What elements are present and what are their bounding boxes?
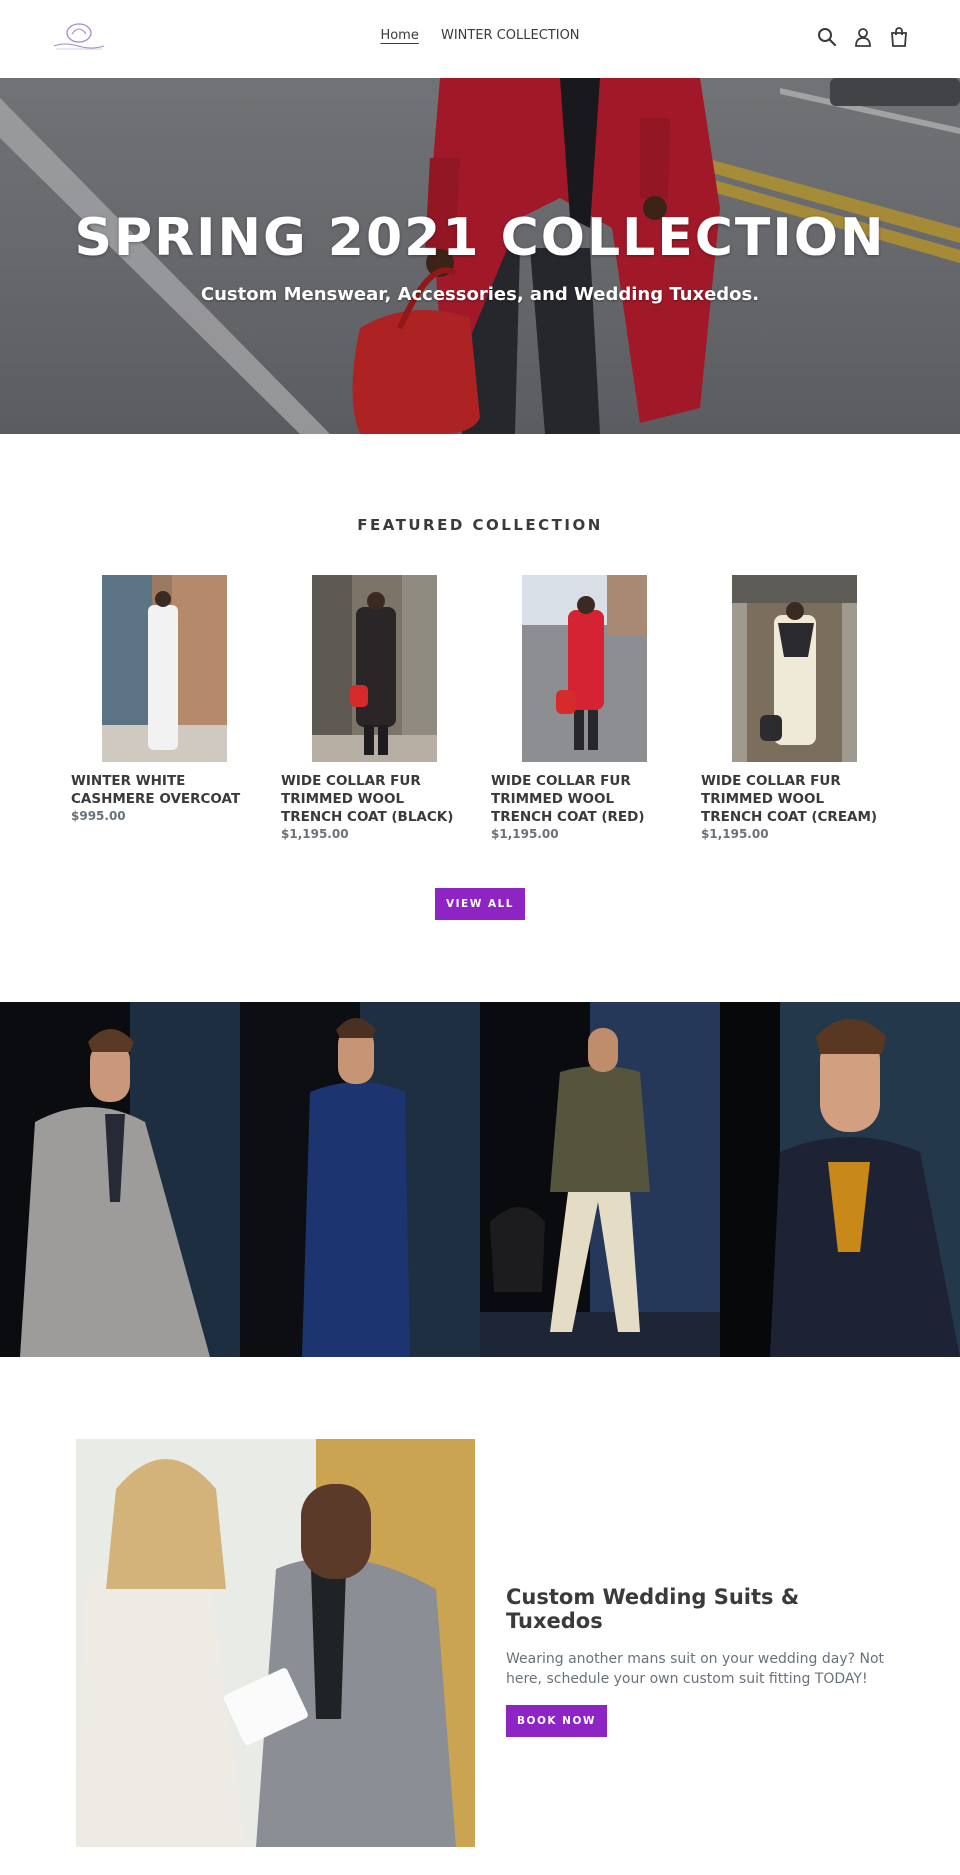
- view-all-button[interactable]: VIEW ALL: [435, 888, 525, 920]
- hero-text: SPRING 2021 COLLECTION Custom Menswear, …: [0, 212, 960, 305]
- product-price: $995.00: [71, 809, 126, 823]
- product-card[interactable]: WIDE COLLAR FUR TRIMMED WOOL TRENCH COAT…: [701, 575, 887, 841]
- search-icon[interactable]: [816, 26, 838, 48]
- product-image[interactable]: [732, 575, 857, 762]
- hero-subtitle: Custom Menswear, Accessories, and Weddin…: [200, 284, 760, 305]
- nav-winter-collection[interactable]: WINTER COLLECTION: [441, 28, 580, 43]
- product-name[interactable]: WIDE COLLAR FUR TRIMMED WOOL TRENCH COAT…: [701, 772, 887, 826]
- banner-image: [480, 1002, 720, 1357]
- hero-banner: SPRING 2021 COLLECTION Custom Menswear, …: [0, 78, 960, 434]
- product-image[interactable]: [102, 575, 227, 762]
- product-image[interactable]: [522, 575, 647, 762]
- product-card[interactable]: WINTER WHITE CASHMERE OVERCOAT $995.00: [71, 575, 257, 823]
- book-now-button[interactable]: BOOK NOW: [506, 1705, 607, 1737]
- account-icon[interactable]: [852, 26, 874, 48]
- wedding-section: Custom Wedding Suits & Tuxedos Wearing a…: [0, 1357, 960, 1875]
- product-price: $1,195.00: [491, 827, 559, 841]
- banner-image: [240, 1002, 480, 1357]
- product-card[interactable]: WIDE COLLAR FUR TRIMMED WOOL TRENCH COAT…: [491, 575, 677, 841]
- image-strip: [0, 1002, 960, 1357]
- section-heading: FEATURED COLLECTION: [357, 516, 603, 534]
- cart-icon[interactable]: [888, 26, 910, 48]
- product-name[interactable]: WIDE COLLAR FUR TRIMMED WOOL TRENCH COAT…: [281, 772, 467, 826]
- featured-collection: FEATURED COLLECTION WINTER WHITE CASHMER…: [0, 434, 960, 1002]
- wedding-text: Custom Wedding Suits & Tuxedos Wearing a…: [506, 1585, 886, 1737]
- wedding-body: Wearing another mans suit on your weddin…: [506, 1651, 885, 1687]
- wedding-title: Custom Wedding Suits & Tuxedos: [506, 1585, 800, 1633]
- product-name[interactable]: WINTER WHITE CASHMERE OVERCOAT: [71, 772, 257, 808]
- product-price: $1,195.00: [281, 827, 349, 841]
- banner-image: [0, 1002, 240, 1357]
- product-image[interactable]: [312, 575, 437, 762]
- site-header: Home WINTER COLLECTION: [0, 0, 960, 78]
- product-card[interactable]: WIDE COLLAR FUR TRIMMED WOOL TRENCH COAT…: [281, 575, 467, 841]
- product-price: $1,195.00: [701, 827, 769, 841]
- header-icons: [816, 26, 910, 48]
- hero-title: SPRING 2021 COLLECTION: [74, 208, 886, 268]
- banner-image: [720, 1002, 960, 1357]
- nav-home[interactable]: Home: [380, 28, 418, 43]
- wedding-image: [76, 1439, 475, 1847]
- product-name[interactable]: WIDE COLLAR FUR TRIMMED WOOL TRENCH COAT…: [491, 772, 677, 826]
